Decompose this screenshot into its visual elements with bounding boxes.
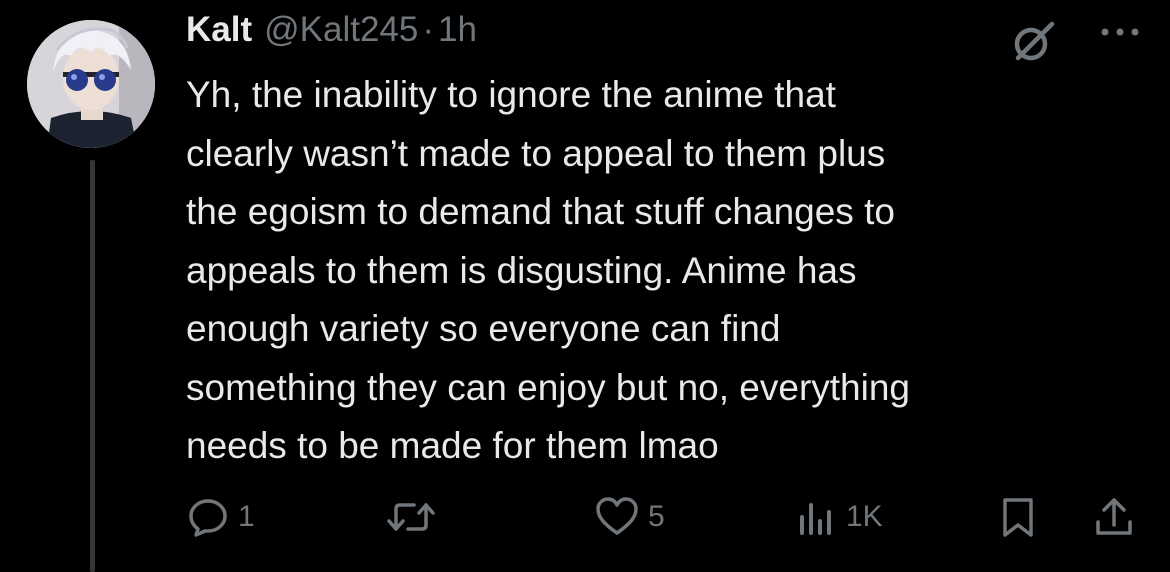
- tweet-actions: 1 5 1K: [186, 492, 1146, 542]
- author-display-name[interactable]: Kalt: [186, 10, 252, 50]
- grok-icon[interactable]: [1010, 17, 1058, 65]
- retweet-icon: [387, 503, 435, 531]
- tweet-header: Kalt @Kalt245 · 1h: [186, 10, 477, 60]
- bookmark-icon: [1003, 498, 1033, 537]
- views-count: 1K: [846, 500, 883, 533]
- tweet-text: Yh, the inability to ignore the anime th…: [186, 74, 911, 466]
- share-icon: [1096, 498, 1132, 535]
- tweet-time[interactable]: 1h: [438, 10, 477, 50]
- more-icon[interactable]: [1098, 20, 1142, 44]
- share-button[interactable]: [1092, 492, 1136, 542]
- thread-line: [90, 160, 95, 572]
- tweet[interactable]: Kalt @Kalt245 · 1h Yh, the inability to …: [0, 0, 1170, 572]
- views-button[interactable]: 1K: [794, 492, 883, 542]
- reply-button[interactable]: 1: [186, 492, 255, 542]
- avatar[interactable]: [27, 20, 155, 148]
- reply-count: 1: [238, 500, 255, 533]
- views-icon: [800, 503, 831, 535]
- avatar-image: [27, 20, 155, 148]
- retweet-button[interactable]: [384, 492, 446, 542]
- reply-icon: [189, 499, 227, 537]
- bookmark-button[interactable]: [996, 492, 1040, 542]
- heart-icon: [596, 497, 638, 535]
- header-separator: ·: [422, 10, 435, 49]
- author-handle[interactable]: @Kalt245: [264, 10, 418, 50]
- like-count: 5: [648, 500, 665, 533]
- like-button[interactable]: 5: [594, 492, 665, 542]
